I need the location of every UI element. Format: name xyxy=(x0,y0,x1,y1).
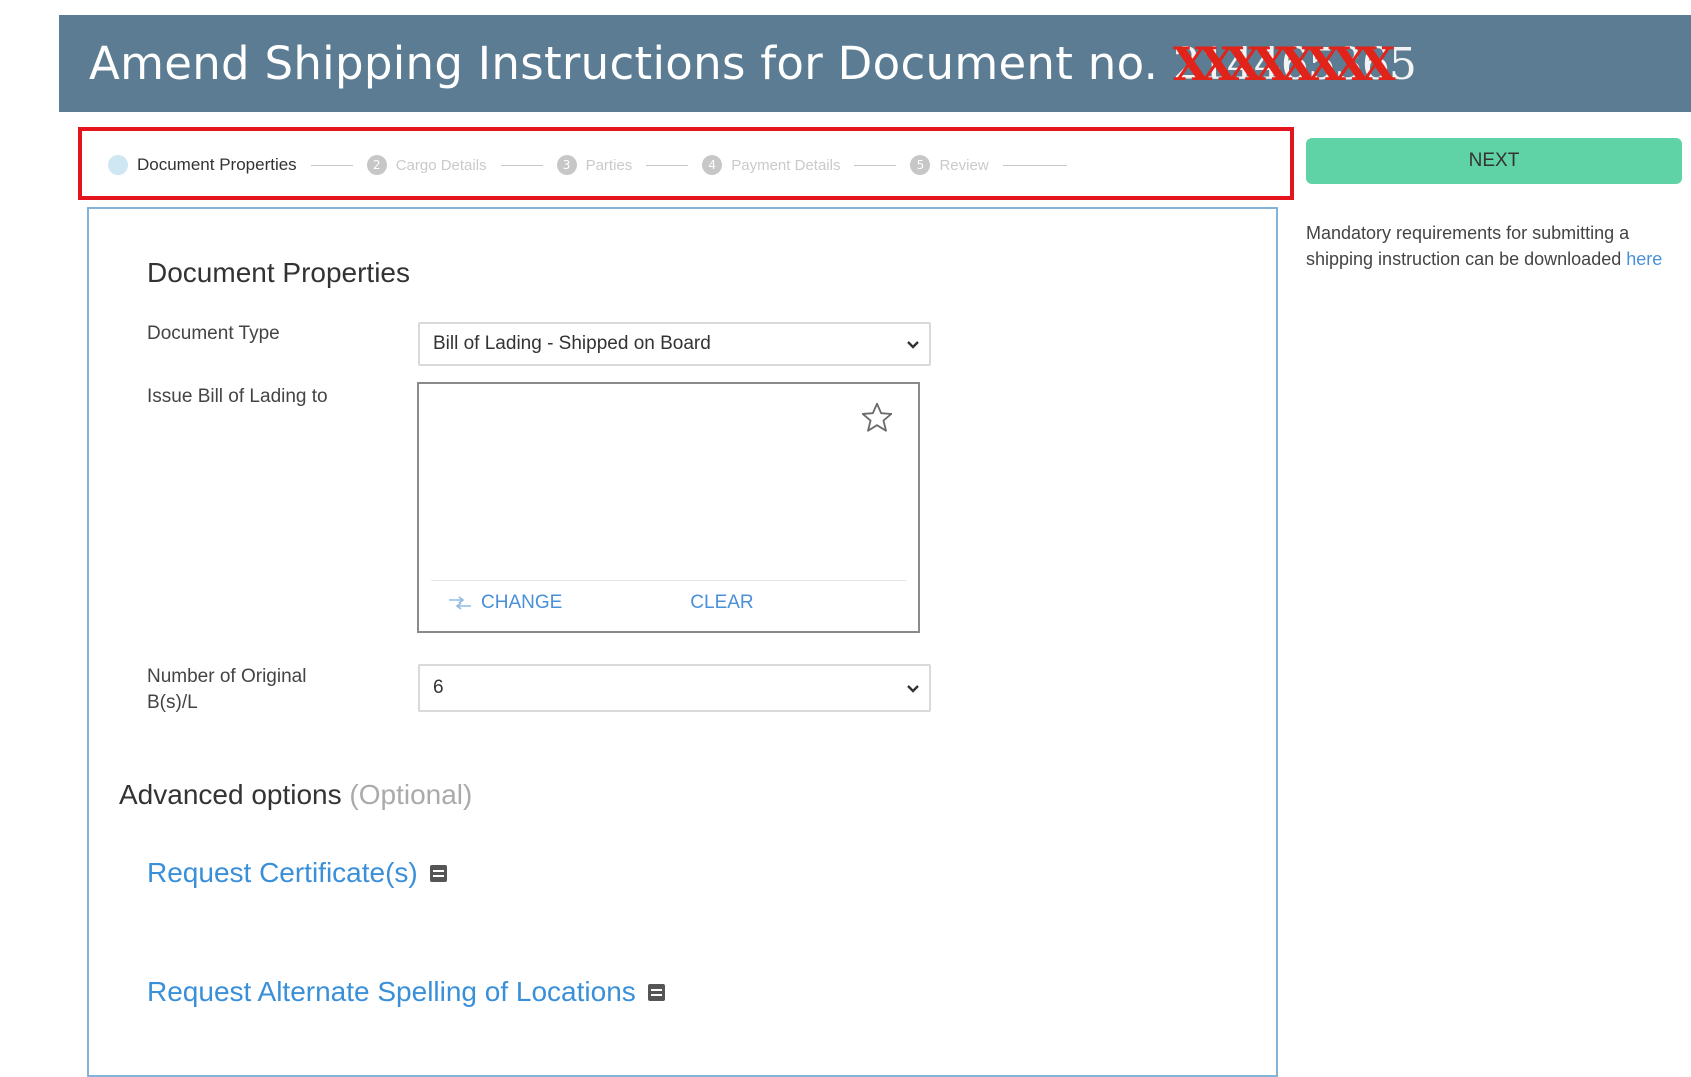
document-type-value: Bill of Lading - Shipped on Board xyxy=(433,333,711,354)
request-alternate-spelling-link[interactable]: Request Alternate Spelling of Locations xyxy=(147,976,665,1008)
page-title: Amend Shipping Instructions for Document… xyxy=(89,37,1417,90)
step-connector xyxy=(854,164,897,166)
request-alternate-spelling-label: Request Alternate Spelling of Locations xyxy=(147,976,636,1007)
party-divider xyxy=(431,580,906,581)
step-connector xyxy=(500,164,543,166)
expand-toggle-icon xyxy=(647,983,665,1001)
step-label: Payment Details xyxy=(731,156,841,174)
page-header: Amend Shipping Instructions for Document… xyxy=(59,15,1691,112)
download-here-link[interactable]: here xyxy=(1626,249,1662,269)
document-number: 214465365 XXXXXXXX xyxy=(1172,37,1417,90)
request-certificates-link[interactable]: Request Certificate(s) xyxy=(147,857,447,889)
step-payment-details[interactable]: 4 Payment Details xyxy=(702,155,840,175)
step-3-icon: 3 xyxy=(556,155,577,175)
step-connector xyxy=(310,164,353,166)
step-label: Cargo Details xyxy=(395,156,487,174)
optional-tag: (Optional) xyxy=(349,779,473,810)
document-type-label: Document Type xyxy=(147,323,280,344)
step-connector xyxy=(646,164,689,166)
step-label: Document Properties xyxy=(137,155,297,174)
progress-stepper: Document Properties 2 Cargo Details 3 Pa… xyxy=(108,149,1270,181)
issue-bl-to-label: Issue Bill of Lading to xyxy=(147,386,328,407)
star-icon[interactable] xyxy=(858,400,896,436)
redaction-mark: XXXXXXXX xyxy=(1172,37,1396,88)
request-certificates-label: Request Certificate(s) xyxy=(147,857,418,888)
number-of-originals-value: 6 xyxy=(433,677,444,698)
step-label: Parties xyxy=(585,156,633,174)
section-title: Document Properties xyxy=(147,257,411,288)
number-of-originals-label: Number of Original B(s)/L xyxy=(147,664,306,716)
page-title-prefix: Amend Shipping Instructions for Document… xyxy=(89,37,1173,90)
change-link[interactable]: CHANGE xyxy=(481,592,562,614)
step-parties[interactable]: 3 Parties xyxy=(556,155,633,175)
progress-stepper-highlight: Document Properties 2 Cargo Details 3 Pa… xyxy=(78,127,1294,200)
advanced-options-title: Advanced options (Optional) xyxy=(119,779,472,811)
chevron-down-icon xyxy=(907,341,919,349)
number-of-originals-select[interactable]: 6 xyxy=(418,664,931,712)
expand-toggle-icon xyxy=(429,864,447,882)
form-panel: Document Properties Document Type Bill o… xyxy=(87,207,1278,1077)
step-cargo-details[interactable]: 2 Cargo Details xyxy=(366,155,487,175)
step-document-properties[interactable]: Document Properties xyxy=(108,155,297,175)
issue-bl-to-party-box: CHANGE CLEAR xyxy=(417,382,920,633)
advanced-options-label: Advanced options xyxy=(119,779,342,810)
note-text: Mandatory requirements for submitting a … xyxy=(1306,223,1630,269)
step-label: Review xyxy=(939,156,989,174)
step-1-icon xyxy=(108,155,128,175)
chevron-down-icon xyxy=(907,685,919,693)
step-connector xyxy=(1002,164,1067,166)
number-of-originals-label-line1: Number of Original xyxy=(147,666,307,687)
change-icon xyxy=(449,596,471,610)
step-5-icon: 5 xyxy=(910,155,931,175)
party-actions: CHANGE CLEAR xyxy=(447,592,754,614)
mandatory-requirements-note: Mandatory requirements for submitting a … xyxy=(1306,220,1676,272)
step-review[interactable]: 5 Review xyxy=(910,155,989,175)
clear-link[interactable]: CLEAR xyxy=(690,592,753,614)
step-2-icon: 2 xyxy=(366,155,387,175)
next-button[interactable]: NEXT xyxy=(1306,138,1682,184)
document-type-select[interactable]: Bill of Lading - Shipped on Board xyxy=(418,322,931,366)
number-of-originals-label-line2: B(s)/L xyxy=(147,692,198,713)
step-4-icon: 4 xyxy=(702,155,723,175)
